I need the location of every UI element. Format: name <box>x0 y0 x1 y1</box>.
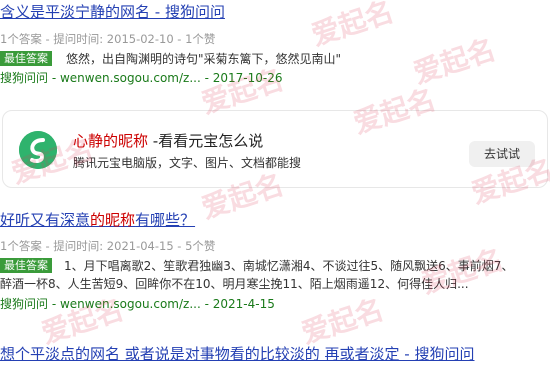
result-best-answer: 最佳答案 悠然，出自陶渊明的诗句"采菊东篱下，悠然见南山" <box>0 50 550 68</box>
best-answer-badge: 最佳答案 <box>0 51 52 66</box>
answer-text: 悠然，出自陶渊明的诗句"采菊东篱下，悠然见南山" <box>66 52 342 66</box>
try-button[interactable]: 去试试 <box>469 141 535 167</box>
source-name[interactable]: 搜狗问问 <box>0 297 48 311</box>
title-text: 有哪些？ <box>135 211 196 229</box>
source-url[interactable]: - wenwen.sogou.com/z... - 2017-10-26 <box>48 71 283 85</box>
title-highlight: 昵称 <box>105 211 136 229</box>
promo-description: 腾讯元宝电脑版，文字、图片、文档都能搜 <box>73 156 302 170</box>
result-meta: 1个答案 - 提问时间: 2015-02-10 - 1个赞 <box>0 32 216 46</box>
answer-text: 1、月下唱离歌2、笙歌君独幽3、南城忆潇湘4、不谈过往5、随风飘送6、事前烟7、 <box>64 259 514 273</box>
promo-title[interactable]: 心静的昵称 -看看元宝怎么说 <box>73 131 263 151</box>
source-url[interactable]: - wenwen.sogou.com/z... - 2021-4-15 <box>48 297 275 311</box>
title-text: 好听又有深意 <box>0 211 91 229</box>
best-answer-badge: 最佳答案 <box>0 258 52 273</box>
result-best-answer: 最佳答案 1、月下唱离歌2、笙歌君独幽3、南城忆潇湘4、不谈过往5、随风飘送6、事… <box>0 257 550 275</box>
result-title-link[interactable]: 含义是平淡宁静的网名 - 搜狗问问 <box>0 2 550 22</box>
search-result-2: 好听又有深意的昵称有哪些？ 1个答案 - 提问时间: 2021-04-15 - … <box>0 210 550 312</box>
yuanbao-logo-icon <box>19 131 57 169</box>
search-result-1: 含义是平淡宁静的网名 - 搜狗问问 1个答案 - 提问时间: 2015-02-1… <box>0 2 550 86</box>
yuanbao-promo-card[interactable]: 心静的昵称 -看看元宝怎么说 腾讯元宝电脑版，文字、图片、文档都能搜 去试试 <box>2 110 548 188</box>
result-title-link[interactable]: 好听又有深意的昵称有哪些？ <box>0 210 550 230</box>
search-result-3: 想个平淡点的网名 或者说是对事物看的比较淡的 再或者淡定 - 搜狗问问 <box>0 344 550 364</box>
result-source[interactable]: 搜狗问问 - wenwen.sogou.com/z... - 2021-4-15 <box>0 296 550 312</box>
search-results-page: 含义是平淡宁静的网名 - 搜狗问问 1个答案 - 提问时间: 2015-02-1… <box>0 0 550 375</box>
result-title-link[interactable]: 想个平淡点的网名 或者说是对事物看的比较淡的 再或者淡定 - 搜狗问问 <box>0 344 550 364</box>
promo-title-rest: -看看元宝怎么说 <box>148 132 264 150</box>
promo-title-highlight: 心静的昵称 <box>73 132 149 150</box>
result-source[interactable]: 搜狗问问 - wenwen.sogou.com/z... - 2017-10-2… <box>0 70 550 86</box>
title-highlight: 的 <box>90 211 106 229</box>
result-meta: 1个答案 - 提问时间: 2021-04-15 - 5个赞 <box>0 239 216 253</box>
source-name[interactable]: 搜狗问问 <box>0 71 48 85</box>
result-best-answer-line2: 醉酒一杯8、人生苦短9、回眸你不在10、明月寒尘挽11、陌上烟雨遥12、何得佳人… <box>0 277 469 291</box>
